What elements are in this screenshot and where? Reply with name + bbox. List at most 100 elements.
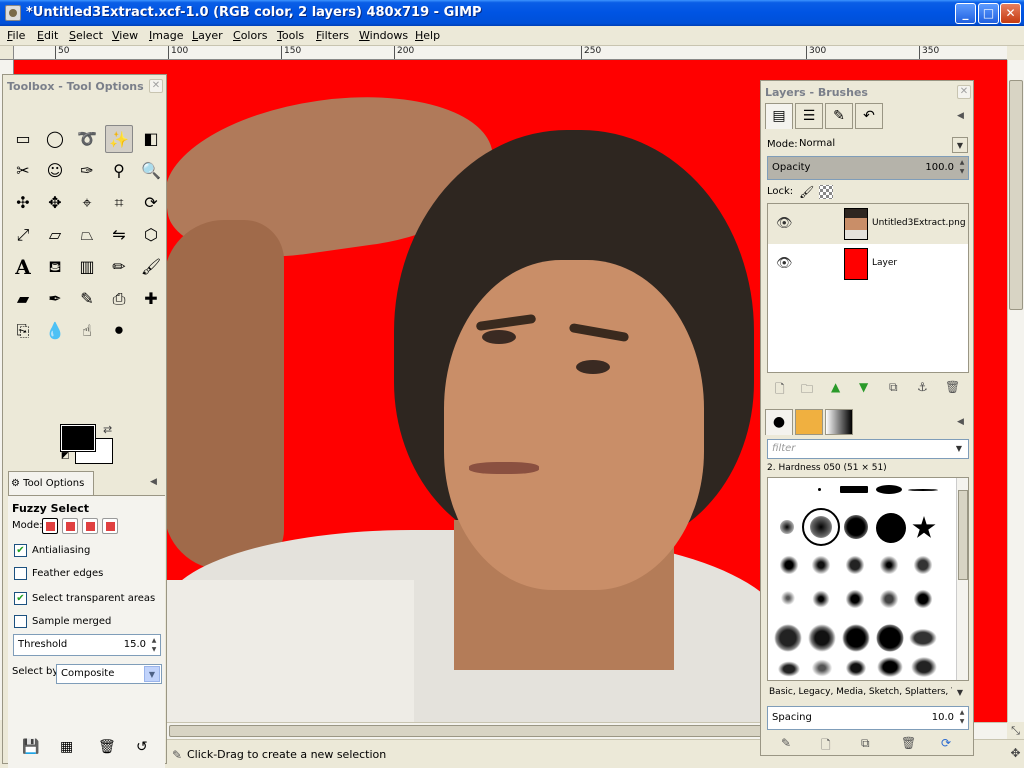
brush-item[interactable]	[912, 588, 934, 610]
duplicate-brush-icon[interactable]: ⧉	[861, 736, 870, 751]
perspective-clone-icon[interactable]: ⎘	[9, 317, 37, 345]
tab-paths[interactable]: ✎	[825, 103, 853, 129]
chevron-down-icon[interactable]: ▼	[952, 685, 968, 701]
menu-filters[interactable]: Filters	[316, 29, 349, 42]
new-layer-icon[interactable]: 🗋	[775, 380, 785, 401]
brush-item[interactable]	[844, 515, 868, 539]
smudge-icon[interactable]: ☝	[73, 317, 101, 345]
brush-item[interactable]	[876, 624, 904, 652]
maximize-button[interactable]: □	[978, 3, 999, 24]
brush-item[interactable]	[844, 658, 868, 678]
layers-menu-icon[interactable]: ◀	[957, 111, 969, 123]
paths-icon[interactable]: ✑	[73, 157, 101, 185]
feather-edges-checkbox[interactable]	[14, 567, 27, 580]
new-brush-icon[interactable]: 🗋	[821, 736, 831, 757]
flip-icon[interactable]: ⇋	[105, 221, 133, 249]
save-options-icon[interactable]: 💾	[22, 739, 39, 755]
tab-channels[interactable]: ☰	[795, 103, 823, 129]
mode-replace-button[interactable]	[42, 518, 58, 534]
brush-grid-scroll-thumb[interactable]	[958, 490, 968, 580]
brush-item[interactable]	[876, 485, 902, 494]
horizontal-scroll-thumb[interactable]	[169, 725, 769, 737]
duplicate-layer-icon[interactable]: ⧉	[889, 380, 898, 395]
cage-transform-icon[interactable]: ⬡	[137, 221, 165, 249]
spin-arrows-icon[interactable]: ▲ ▼	[149, 636, 159, 654]
brush-item[interactable]	[912, 554, 934, 576]
blur-sharpen-icon[interactable]: 💧	[41, 317, 69, 345]
brush-item[interactable]	[778, 588, 798, 608]
vertical-scroll-thumb[interactable]	[1009, 80, 1023, 310]
brush-item[interactable]	[810, 554, 832, 576]
spacing-slider[interactable]: Spacing 10.0 ▲ ▼	[767, 706, 969, 730]
text-icon[interactable]: A	[9, 253, 37, 281]
spin-arrows-icon[interactable]: ▲ ▼	[957, 158, 967, 176]
menu-edit[interactable]: Edit	[37, 29, 58, 42]
dodge-burn-icon[interactable]: ⚫	[105, 317, 133, 345]
refresh-brushes-icon[interactable]: ⟳	[941, 736, 951, 750]
shear-icon[interactable]: ▱	[41, 221, 69, 249]
color-picker-icon[interactable]: ⚲	[105, 157, 133, 185]
menu-view[interactable]: View	[112, 29, 138, 42]
brush-item[interactable]	[912, 516, 936, 538]
menu-image[interactable]: Image	[149, 29, 183, 42]
brush-item[interactable]	[810, 658, 834, 678]
menu-tools[interactable]: Tools	[277, 29, 304, 42]
layer-name[interactable]: Layer	[872, 258, 897, 268]
crop-icon[interactable]: ⌗	[105, 189, 133, 217]
reset-colors-icon[interactable]: ◩	[61, 451, 73, 463]
menu-select[interactable]: Select	[69, 29, 103, 42]
fuzzy-select-icon[interactable]: ✨	[105, 125, 133, 153]
brush-item[interactable]	[878, 554, 900, 576]
foreground-select-icon[interactable]: ☺	[41, 157, 69, 185]
brush-item[interactable]	[818, 488, 821, 491]
rect-select-icon[interactable]: ▭	[9, 125, 37, 153]
tab-patterns[interactable]	[795, 409, 823, 435]
horizontal-ruler[interactable]: 50 100 150 200 250 300 350	[14, 46, 1007, 60]
layer-mode-dropdown[interactable]: Normal ▼	[797, 136, 969, 154]
brush-item[interactable]	[876, 513, 906, 543]
menu-layer[interactable]: Layer	[192, 29, 223, 42]
brush-item[interactable]	[778, 554, 800, 576]
rotate-icon[interactable]: ⟳	[137, 189, 165, 217]
brush-item[interactable]	[774, 624, 802, 652]
chevron-down-icon[interactable]: ▼	[952, 137, 968, 153]
perspective-icon[interactable]: ⏢	[73, 221, 101, 249]
menu-file[interactable]: File	[7, 29, 25, 42]
reset-options-icon[interactable]: ↺	[136, 739, 148, 755]
mode-subtract-button[interactable]	[82, 518, 98, 534]
scale-icon[interactable]: ⤢	[9, 221, 37, 249]
brush-item[interactable]	[908, 628, 938, 648]
brush-filter-input[interactable]: filter ▼	[767, 439, 969, 459]
select-by-color-icon[interactable]: ◧	[137, 125, 165, 153]
toolbox-close-icon[interactable]: ✕	[149, 79, 163, 93]
anchor-layer-icon[interactable]: ⚓	[917, 380, 928, 394]
measure-icon[interactable]: ✣	[9, 189, 37, 217]
move-icon[interactable]: ✥	[41, 189, 69, 217]
brush-tags-dropdown[interactable]: Basic, Legacy, Media, Sketch, Splatters,…	[767, 684, 969, 704]
brush-item[interactable]	[878, 588, 900, 610]
foreground-color-swatch[interactable]	[60, 424, 96, 452]
mode-intersect-button[interactable]	[102, 518, 118, 534]
lock-pixels-icon[interactable]: 🖌	[799, 185, 814, 199]
tab-undo[interactable]: ↶	[855, 103, 883, 129]
zoom-to-fit-icon[interactable]: ⤡	[1007, 722, 1024, 739]
navigate-icon[interactable]: ✥	[1007, 739, 1024, 768]
brush-item[interactable]	[842, 624, 870, 652]
brushes-menu-icon[interactable]: ◀	[957, 417, 969, 429]
swap-colors-icon[interactable]: ⇄	[103, 423, 112, 436]
opacity-slider[interactable]: Opacity 100.0 ▲ ▼	[767, 156, 969, 180]
ruler-corner[interactable]	[0, 46, 14, 60]
threshold-spinner[interactable]: Threshold 15.0 ▲ ▼	[13, 634, 161, 656]
brush-item[interactable]	[810, 588, 832, 610]
edit-brush-icon[interactable]: ✎	[781, 736, 791, 750]
brush-item[interactable]	[840, 486, 868, 493]
antialiasing-checkbox[interactable]: ✔	[14, 544, 27, 557]
tool-options-menu-icon[interactable]: ◀	[150, 477, 162, 489]
lower-layer-icon[interactable]: ▼	[859, 380, 868, 394]
free-select-icon[interactable]: ➰	[73, 125, 101, 153]
heal-icon[interactable]: ✚	[137, 285, 165, 313]
delete-options-icon[interactable]: 🗑	[98, 739, 116, 755]
eye-icon[interactable]: 👁	[776, 216, 793, 231]
brush-item[interactable]	[808, 624, 836, 652]
gimp-app-icon[interactable]	[5, 5, 21, 21]
